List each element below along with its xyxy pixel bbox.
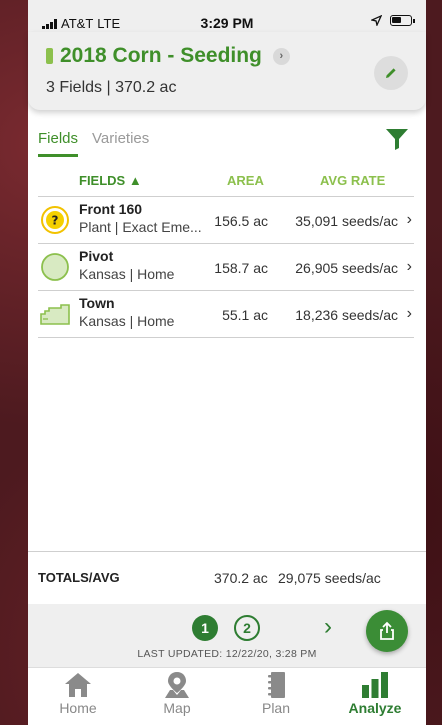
- season-title: 2018 Corn - Seeding: [60, 44, 262, 67]
- map-pin-icon: [165, 672, 189, 698]
- circle-field-icon: [41, 253, 69, 281]
- filter-icon[interactable]: [384, 126, 410, 152]
- nav-plan[interactable]: Plan: [236, 671, 316, 716]
- field-subtitle: Kansas | Home: [79, 313, 175, 329]
- totals-divider: [28, 551, 426, 552]
- nav-analyze-label: Analyze: [348, 700, 402, 716]
- unknown-boundary-icon: ?: [41, 206, 69, 234]
- chevron-right-icon[interactable]: ›: [324, 613, 332, 641]
- nav-map[interactable]: Map: [137, 671, 217, 716]
- column-header-rate[interactable]: AVG RATE: [320, 173, 385, 188]
- home-icon: [65, 673, 91, 697]
- location-arrow-icon: [371, 15, 382, 26]
- table-row[interactable]: Pivot Kansas | Home 158.7 ac 26,905 seed…: [38, 244, 414, 291]
- totals-area: 370.2 ac: [214, 570, 268, 586]
- share-button[interactable]: [366, 610, 408, 652]
- nav-home-label: Home: [59, 700, 97, 716]
- share-icon: [380, 621, 394, 640]
- column-header-fields[interactable]: FIELDS ▲: [79, 173, 142, 188]
- page-1-button[interactable]: 1: [192, 615, 218, 641]
- season-title-button[interactable]: 2018 Corn - Seeding ›: [46, 44, 290, 68]
- nav-plan-label: Plan: [261, 700, 291, 716]
- pencil-icon: [386, 68, 396, 78]
- field-avg-rate: 26,905 seeds/ac: [295, 260, 398, 276]
- nav-map-label: Map: [163, 700, 191, 716]
- chevron-right-icon: ›: [406, 258, 412, 275]
- svg-text:?: ?: [52, 214, 59, 228]
- column-header-area[interactable]: AREA: [227, 173, 264, 188]
- tab-varieties[interactable]: Varieties: [92, 130, 149, 157]
- field-subtitle: Kansas | Home: [79, 266, 175, 282]
- field-area: 55.1 ac: [222, 307, 268, 323]
- tab-fields[interactable]: Fields: [38, 130, 79, 157]
- field-area: 156.5 ac: [214, 213, 268, 229]
- totals-label: TOTALS/AVG: [38, 570, 120, 585]
- chevron-right-icon: ›: [406, 305, 412, 322]
- bottom-nav: Home Map Plan Analyze: [28, 667, 426, 725]
- field-avg-rate: 35,091 seeds/ac: [295, 213, 398, 229]
- field-name: Front 160: [79, 201, 143, 217]
- app-screen: AT&T LTE 3:29 PM 2018 Corn - Seeding › 3…: [28, 0, 426, 725]
- field-name: Town: [79, 295, 115, 311]
- field-name: Pivot: [79, 248, 114, 264]
- edit-button[interactable]: [374, 56, 408, 90]
- nav-analyze[interactable]: Analyze: [335, 671, 415, 716]
- season-summary: 3 Fields | 370.2 ac: [46, 79, 177, 96]
- page-2-button[interactable]: 2: [234, 615, 260, 641]
- notebook-icon: [268, 672, 285, 698]
- last-updated-label: LAST UPDATED: 12/22/20, 3:28 PM: [137, 648, 317, 660]
- bar-chart-icon: [362, 672, 388, 698]
- pager-bar: 1 2 › LAST UPDATED: 12/22/20, 3:28 PM: [28, 604, 426, 667]
- chevron-right-icon: ›: [272, 47, 290, 65]
- table-row[interactable]: Town Kansas | Home 55.1 ac 18,236 seeds/…: [38, 291, 414, 338]
- season-header: 2018 Corn - Seeding › 3 Fields | 370.2 a…: [28, 32, 426, 110]
- totals-rate: 29,075 seeds/ac: [278, 570, 381, 586]
- tab-bar: Fields Varieties: [38, 130, 149, 157]
- nav-home[interactable]: Home: [38, 671, 118, 716]
- status-time: 3:29 PM: [200, 15, 254, 31]
- field-subtitle: Plant | Exact Eme...: [79, 219, 202, 235]
- chevron-right-icon: ›: [406, 211, 412, 228]
- field-avg-rate: 18,236 seeds/ac: [295, 307, 398, 323]
- field-area: 158.7 ac: [214, 260, 268, 276]
- table-row[interactable]: ? Front 160 Plant | Exact Eme... 156.5 a…: [38, 197, 414, 244]
- status-right: [371, 15, 415, 26]
- battery-icon: [390, 15, 415, 26]
- field-shape-icon: [40, 304, 70, 325]
- crop-color-swatch: [46, 48, 53, 64]
